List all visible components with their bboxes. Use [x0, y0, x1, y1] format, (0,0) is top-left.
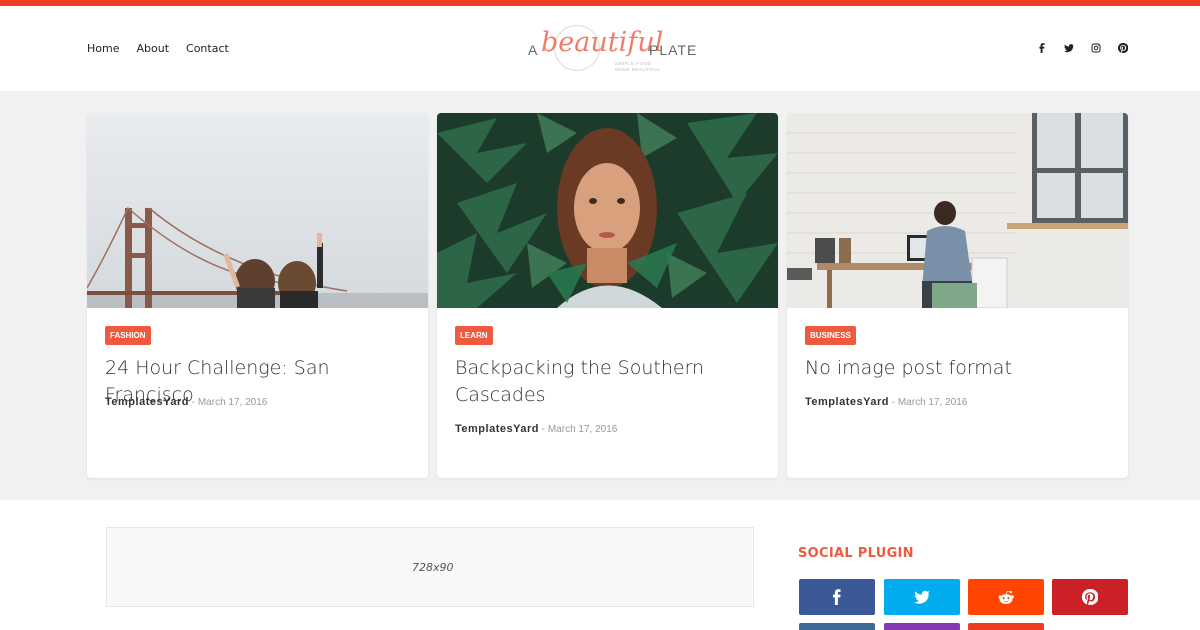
instagram-icon[interactable] — [1091, 42, 1101, 54]
post-date: March 17, 2016 — [197, 397, 268, 408]
main-nav: Home About Contact — [87, 42, 246, 55]
featured-card[interactable]: BUSINESS No image post format TemplatesY… — [787, 113, 1128, 478]
post-date: March 17, 2016 — [547, 424, 618, 435]
social-button-row2[interactable] — [799, 623, 875, 630]
social-button-row2[interactable] — [884, 623, 960, 630]
social-reddit-button[interactable] — [968, 579, 1044, 615]
social-pinterest-button[interactable] — [1052, 579, 1128, 615]
post-meta: TemplatesYard - March 17, 2016 — [805, 396, 967, 408]
category-label[interactable]: LEARN — [455, 326, 493, 345]
pinterest-icon — [1082, 589, 1098, 605]
reddit-icon — [998, 590, 1014, 604]
ad-size-label: 728x90 — [412, 561, 454, 574]
facebook-icon[interactable] — [1037, 42, 1047, 54]
facebook-icon — [833, 589, 841, 605]
logo-plate: PLATE — [649, 42, 698, 58]
post-meta: TemplatesYard - March 17, 2016 — [105, 396, 267, 408]
twitter-icon[interactable] — [1064, 42, 1074, 54]
social-facebook-button[interactable] — [799, 579, 875, 615]
social-button-row2[interactable] — [968, 623, 1044, 630]
logo-beautiful: beautiful — [541, 27, 664, 58]
category-label[interactable]: BUSINESS — [805, 326, 856, 345]
ad-placeholder[interactable]: 728x90 — [106, 527, 754, 607]
social-twitter-button[interactable] — [884, 579, 960, 615]
featured-card[interactable]: LEARN Backpacking the Southern Cascades … — [437, 113, 778, 478]
post-thumbnail[interactable] — [787, 113, 1128, 308]
site-header: Home About Contact A beautiful PLATE SIM… — [0, 6, 1200, 91]
site-logo[interactable]: A beautiful PLATE SIMPLE FOOD MADE BEAUT… — [527, 23, 696, 75]
header-social-links — [1020, 42, 1128, 54]
featured-card[interactable]: FASHION 24 Hour Challenge: San Francisco… — [87, 113, 428, 478]
post-thumbnail[interactable] — [437, 113, 778, 308]
featured-posts: FASHION 24 Hour Challenge: San Francisco… — [0, 91, 1200, 500]
logo-a: A — [528, 42, 539, 58]
logo-tagline-2: MADE BEAUTIFUL — [615, 67, 662, 72]
meta-separator: - — [888, 397, 898, 408]
post-meta: TemplatesYard - March 17, 2016 — [455, 423, 617, 435]
post-author[interactable]: TemplatesYard — [805, 396, 889, 408]
twitter-icon — [914, 590, 930, 604]
pinterest-icon[interactable] — [1118, 42, 1128, 54]
post-date: March 17, 2016 — [897, 397, 968, 408]
logo-tagline-1: SIMPLE FOOD — [615, 61, 652, 66]
category-label[interactable]: FASHION — [105, 326, 151, 345]
post-title[interactable]: No image post format — [805, 355, 1115, 382]
post-title[interactable]: Backpacking the Southern Cascades — [455, 355, 765, 409]
post-author[interactable]: TemplatesYard — [105, 396, 189, 408]
nav-contact-link[interactable]: Contact — [186, 42, 229, 55]
social-plugin-title: SOCIAL PLUGIN — [798, 546, 914, 561]
nav-about-link[interactable]: About — [136, 42, 169, 55]
meta-separator: - — [538, 424, 548, 435]
meta-separator: - — [188, 397, 198, 408]
post-author[interactable]: TemplatesYard — [455, 423, 539, 435]
post-thumbnail[interactable] — [87, 113, 428, 308]
nav-home-link[interactable]: Home — [87, 42, 119, 55]
